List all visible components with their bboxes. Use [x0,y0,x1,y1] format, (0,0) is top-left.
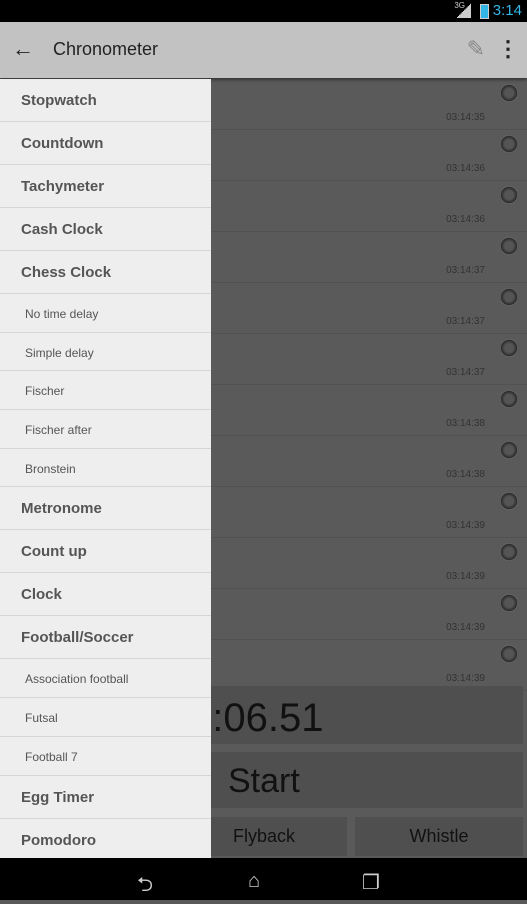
watch-icon [501,438,517,462]
drawer-item[interactable]: Metronome [0,487,211,531]
drawer-item[interactable]: Pomodoro [0,819,211,859]
drawer-item[interactable]: Count up [0,530,211,574]
pencil-icon[interactable]: ✎ [467,36,485,62]
drawer-item[interactable]: Fischer [0,371,211,411]
watch-icon [501,132,517,156]
lap-time: 03:14:37 [446,265,485,276]
lap-time: 03:14:39 [446,571,485,582]
lap-time: 03:14:37 [446,367,485,378]
battery-icon [480,4,489,19]
drawer-item[interactable]: Football/Soccer [0,616,211,660]
watch-icon [501,387,517,411]
lap-time: 03:14:36 [446,163,485,174]
lap-time: 03:14:35 [446,112,485,123]
drawer-item[interactable]: Simple delay [0,333,211,372]
watch-icon [501,642,517,666]
arrow-left-icon[interactable]: ← [12,36,34,62]
drawer-item[interactable]: Association football [0,659,211,699]
drawer-item[interactable]: Football 7 [0,737,211,776]
drawer-item[interactable]: Countdown [0,122,211,165]
watch-icon [501,183,517,207]
lap-time: 03:14:38 [446,418,485,429]
drawer-item[interactable]: No time delay [0,294,211,333]
lap-time: 03:14:37 [446,316,485,327]
drawer-item[interactable]: Fischer after [0,410,211,449]
back-nav-icon[interactable]: ⮌ [137,870,153,904]
action-bar: ← Chronometer ✎ ⋮ [0,22,527,78]
lap-time: 03:14:39 [446,673,485,684]
lap-time: 03:14:38 [446,469,485,480]
drawer-item[interactable]: Cash Clock [0,208,211,251]
clock: 3:14 [492,2,522,19]
whistle-button[interactable]: Whistle [355,817,523,856]
drawer-item[interactable]: Stopwatch [0,79,211,122]
drawer-item[interactable]: Bronstein [0,449,211,488]
signal-icon [457,3,471,18]
navigation-drawer: Stopwatch Countdown Tachymeter Cash Clock Ch… [0,79,211,858]
lap-time: 03:14:36 [446,214,485,225]
watch-icon [501,591,517,615]
watch-icon [501,336,517,360]
system-nav-bar: ⮌ ⌂ ❐ [0,858,527,900]
drawer-item[interactable]: Futsal [0,698,211,737]
drawer-item[interactable]: Egg Timer [0,776,211,819]
watch-icon [501,81,517,105]
watch-icon [501,285,517,309]
page-title: Chronometer [53,39,159,59]
overflow-menu-icon[interactable]: ⋮ [497,36,519,62]
drawer-item[interactable]: Clock [0,573,211,617]
lap-time: 03:14:39 [446,622,485,633]
drawer-item[interactable]: Chess Clock [0,251,211,294]
home-nav-icon[interactable]: ⌂ [248,870,260,893]
status-bar: 3G 3:14 [0,0,527,22]
watch-icon [501,540,517,564]
watch-icon [501,234,517,258]
lap-time: 03:14:39 [446,520,485,531]
recents-nav-icon[interactable]: ❐ [362,870,380,895]
drawer-item[interactable]: Tachymeter [0,165,211,208]
watch-icon [501,489,517,513]
